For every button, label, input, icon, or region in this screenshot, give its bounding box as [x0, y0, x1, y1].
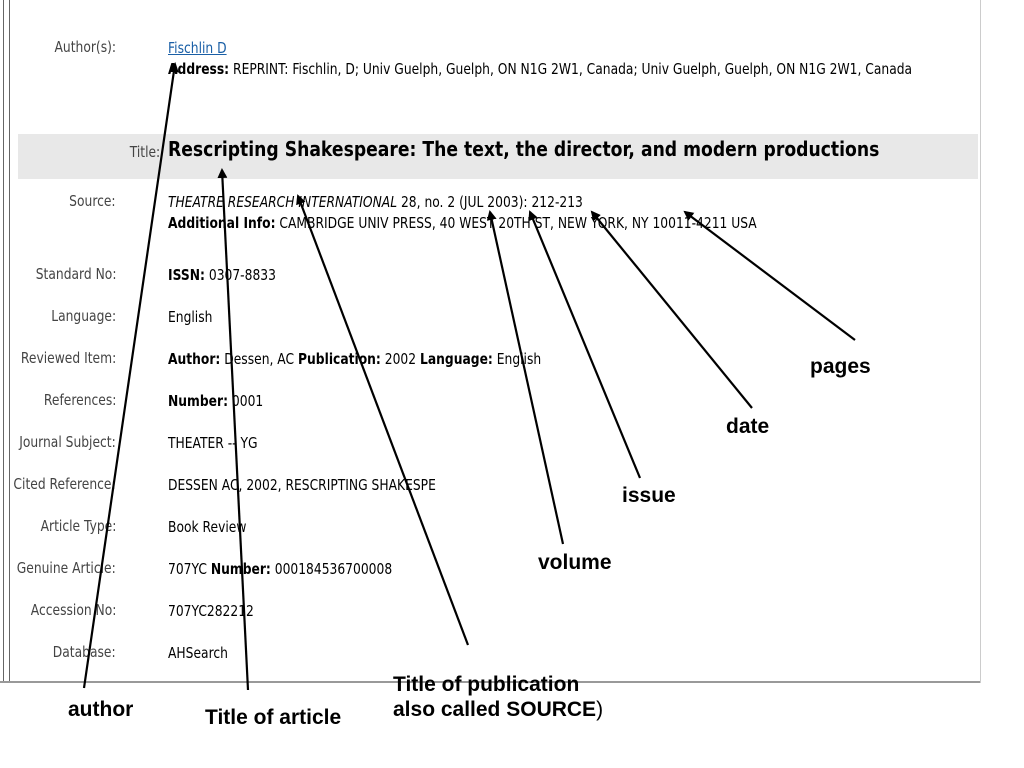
pages-arrow	[683, 210, 856, 341]
date-arrow	[590, 210, 753, 409]
publication-title-arrow	[296, 194, 470, 646]
publication-title-line1: Title of publication	[393, 673, 580, 696]
publication-title-line2: also called SOURCE	[393, 698, 597, 721]
annotation-arrows	[82, 62, 856, 691]
author-annotation: author	[68, 698, 134, 721]
publication-title-annotation: Title of publication also called SOURCE)	[393, 672, 603, 722]
volume-annotation: volume	[538, 551, 612, 574]
article-title-annotation: Title of article	[205, 706, 342, 729]
author-arrow	[82, 62, 179, 689]
publication-title-paren: )	[596, 698, 604, 721]
date-annotation: date	[726, 415, 770, 438]
issue-annotation: issue	[622, 484, 676, 507]
article-title-arrow	[217, 168, 250, 691]
pages-annotation: pages	[810, 355, 871, 378]
volume-arrow	[486, 210, 565, 545]
